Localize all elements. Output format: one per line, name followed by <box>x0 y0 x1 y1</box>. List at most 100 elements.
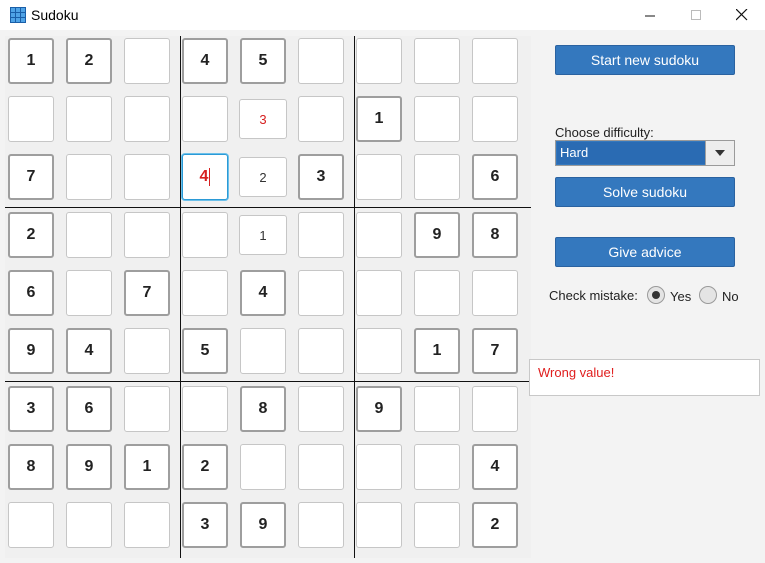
sudoku-cell[interactable]: 1 <box>124 444 170 490</box>
sudoku-cell[interactable] <box>472 270 518 316</box>
sudoku-cell[interactable] <box>66 502 112 548</box>
sudoku-cell[interactable]: 5 <box>240 38 286 84</box>
sudoku-cell[interactable]: 6 <box>472 154 518 200</box>
sudoku-cell[interactable]: 9 <box>356 386 402 432</box>
sudoku-cell[interactable]: 4 <box>240 270 286 316</box>
sudoku-cell[interactable]: 5 <box>182 328 228 374</box>
sudoku-cell[interactable] <box>356 444 402 490</box>
check-mistake-no-radio[interactable] <box>699 286 717 304</box>
sudoku-cell[interactable] <box>298 328 344 374</box>
block-divider-horizontal <box>5 381 531 382</box>
sudoku-cell[interactable]: 6 <box>8 270 54 316</box>
sudoku-app-icon <box>10 7 26 23</box>
sudoku-cell[interactable]: 4 <box>472 444 518 490</box>
sudoku-cell[interactable] <box>298 386 344 432</box>
sudoku-cell[interactable] <box>182 212 228 258</box>
sudoku-cell[interactable] <box>356 270 402 316</box>
sudoku-cell[interactable] <box>8 502 54 548</box>
sudoku-cell[interactable]: 1 <box>414 328 460 374</box>
sudoku-cell[interactable] <box>414 444 460 490</box>
sudoku-cell[interactable] <box>298 96 344 142</box>
sudoku-cell[interactable]: 8 <box>240 386 286 432</box>
sudoku-cell[interactable] <box>414 386 460 432</box>
sudoku-cell[interactable]: 1 <box>356 96 402 142</box>
sudoku-cell[interactable]: 7 <box>472 328 518 374</box>
sudoku-cell[interactable] <box>66 96 112 142</box>
sudoku-cell[interactable]: 3 <box>239 99 287 139</box>
sudoku-cell[interactable] <box>298 444 344 490</box>
sudoku-cell[interactable] <box>414 502 460 548</box>
sudoku-cell[interactable]: 3 <box>298 154 344 200</box>
sudoku-cell[interactable] <box>356 212 402 258</box>
cell-value: 4 <box>200 52 210 69</box>
sudoku-cell[interactable] <box>182 386 228 432</box>
start-new-sudoku-button[interactable]: Start new sudoku <box>555 45 735 75</box>
sudoku-cell[interactable]: 3 <box>8 386 54 432</box>
sudoku-cell[interactable] <box>414 270 460 316</box>
sudoku-cell[interactable] <box>182 270 228 316</box>
sudoku-cell[interactable]: 2 <box>239 157 287 197</box>
solve-sudoku-button[interactable]: Solve sudoku <box>555 177 735 207</box>
cell-value: 1 <box>374 110 384 127</box>
sudoku-cell[interactable] <box>124 154 170 200</box>
sudoku-cell[interactable]: 4 <box>66 328 112 374</box>
sudoku-cell[interactable] <box>356 38 402 84</box>
close-button[interactable] <box>719 0 765 30</box>
maximize-button[interactable] <box>673 0 719 30</box>
sudoku-cell[interactable]: 9 <box>66 444 112 490</box>
sudoku-cell[interactable] <box>298 270 344 316</box>
sudoku-cell[interactable]: 8 <box>8 444 54 490</box>
sudoku-cell[interactable]: 4 <box>182 38 228 84</box>
sudoku-cell[interactable]: 9 <box>8 328 54 374</box>
sudoku-cell[interactable] <box>66 270 112 316</box>
sudoku-cell[interactable] <box>124 386 170 432</box>
sudoku-cell[interactable] <box>414 96 460 142</box>
sudoku-cell[interactable]: 8 <box>472 212 518 258</box>
sudoku-cell[interactable]: 4 <box>182 154 228 200</box>
sudoku-cell[interactable] <box>356 154 402 200</box>
cell-value: 1 <box>259 227 267 243</box>
sudoku-cell[interactable] <box>298 212 344 258</box>
check-mistake-yes-radio[interactable] <box>647 286 665 304</box>
cell-value: 3 <box>316 168 326 185</box>
sudoku-cell[interactable] <box>298 502 344 548</box>
sudoku-cell[interactable] <box>124 38 170 84</box>
give-advice-button[interactable]: Give advice <box>555 237 735 267</box>
sudoku-cell[interactable] <box>472 96 518 142</box>
sudoku-cell[interactable] <box>472 386 518 432</box>
sudoku-cell[interactable]: 3 <box>182 502 228 548</box>
sudoku-cell[interactable] <box>414 38 460 84</box>
sudoku-cell[interactable] <box>472 38 518 84</box>
sudoku-cell[interactable]: 7 <box>124 270 170 316</box>
sudoku-cell[interactable] <box>240 444 286 490</box>
sudoku-cell[interactable]: 1 <box>239 215 287 255</box>
sudoku-cell[interactable]: 6 <box>66 386 112 432</box>
sudoku-cell[interactable] <box>298 38 344 84</box>
sudoku-cell[interactable] <box>356 328 402 374</box>
sudoku-cell[interactable]: 2 <box>66 38 112 84</box>
sudoku-cell[interactable]: 2 <box>472 502 518 548</box>
sudoku-cell[interactable]: 9 <box>240 502 286 548</box>
sudoku-cell[interactable] <box>66 212 112 258</box>
sudoku-cell[interactable] <box>66 154 112 200</box>
sudoku-cell[interactable] <box>124 96 170 142</box>
cell-value: 7 <box>490 342 500 359</box>
sudoku-cell[interactable] <box>356 502 402 548</box>
sudoku-cell[interactable] <box>124 502 170 548</box>
difficulty-select[interactable]: Hard <box>555 140 735 166</box>
sudoku-cell[interactable] <box>124 328 170 374</box>
cell-value: 9 <box>84 458 94 475</box>
sudoku-cell[interactable]: 7 <box>8 154 54 200</box>
sudoku-cell[interactable]: 2 <box>8 212 54 258</box>
sudoku-cell[interactable]: 1 <box>8 38 54 84</box>
sudoku-cell[interactable]: 2 <box>182 444 228 490</box>
sudoku-cell[interactable] <box>124 212 170 258</box>
sudoku-cell[interactable] <box>240 328 286 374</box>
sudoku-cell[interactable]: 9 <box>414 212 460 258</box>
chevron-down-icon[interactable] <box>705 141 734 165</box>
sudoku-cell[interactable] <box>414 154 460 200</box>
message-box: Wrong value! <box>529 359 760 396</box>
minimize-button[interactable] <box>627 0 673 30</box>
sudoku-cell[interactable] <box>182 96 228 142</box>
sudoku-cell[interactable] <box>8 96 54 142</box>
